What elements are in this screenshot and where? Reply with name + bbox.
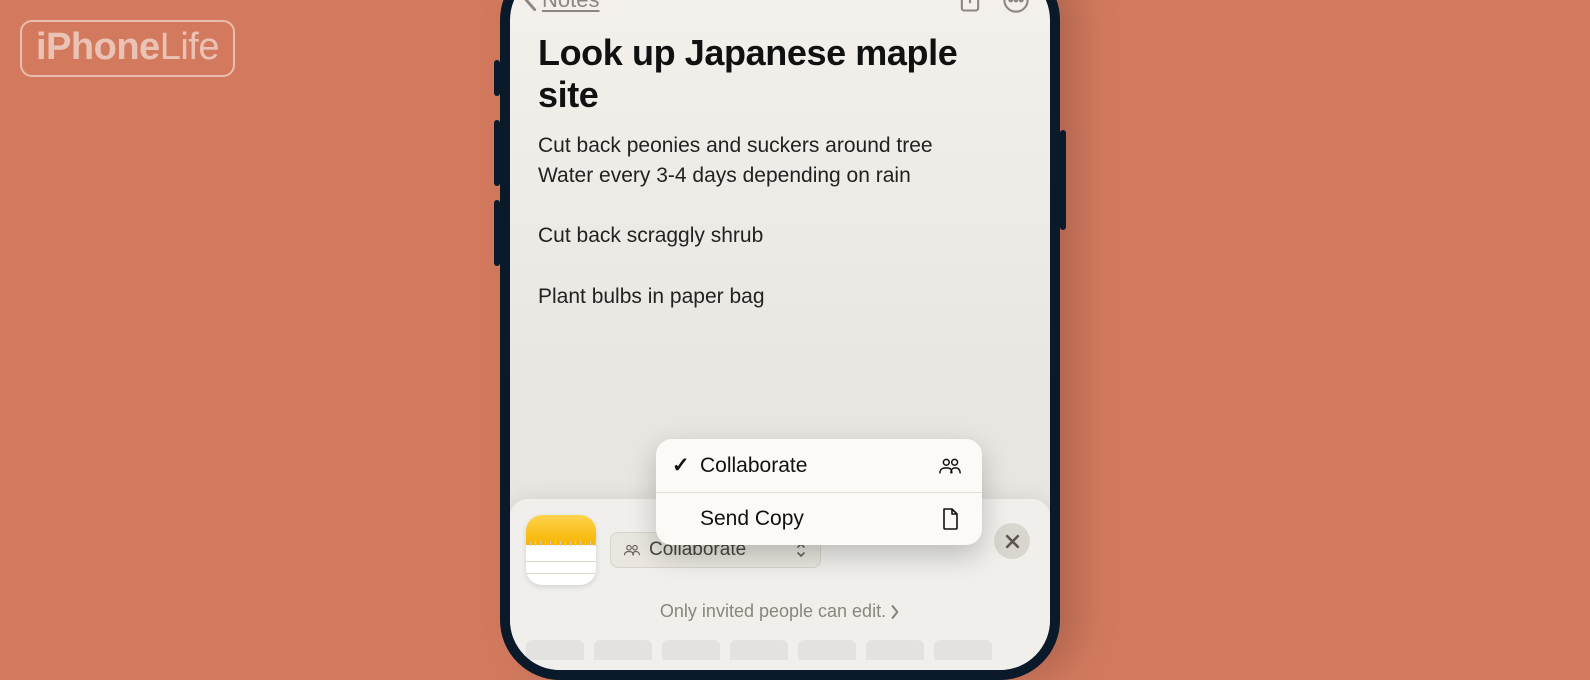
close-button[interactable] bbox=[994, 523, 1030, 559]
people-icon bbox=[938, 454, 962, 478]
side-button bbox=[494, 200, 500, 266]
navbar: Notes bbox=[510, 0, 1050, 26]
side-button bbox=[1060, 130, 1066, 230]
note-line: Water every 3-4 days depending on rain bbox=[538, 161, 1022, 191]
share-targets-row bbox=[526, 640, 1034, 660]
chevron-left-icon bbox=[522, 0, 540, 12]
watermark-logo: iPhoneLife bbox=[20, 20, 235, 77]
note-body: Cut back peonies and suckers around tree… bbox=[538, 131, 1022, 312]
share-target[interactable] bbox=[866, 640, 924, 660]
note-content[interactable]: Look up Japanese maple site Cut back peo… bbox=[510, 26, 1050, 312]
back-label: Notes bbox=[542, 0, 599, 13]
note-line: Plant bulbs in paper bag bbox=[538, 282, 1022, 312]
popup-item-collaborate[interactable]: ✓ Collaborate bbox=[656, 439, 982, 493]
chevron-right-icon bbox=[890, 605, 900, 619]
note-line: Cut back scraggly shrub bbox=[538, 221, 1022, 251]
document-icon bbox=[938, 507, 962, 531]
blank-line bbox=[538, 252, 1022, 282]
share-target[interactable] bbox=[526, 640, 584, 660]
close-icon bbox=[1005, 534, 1020, 549]
share-target[interactable] bbox=[798, 640, 856, 660]
popup-item-label: Collaborate bbox=[700, 454, 807, 478]
popup-item-send-copy[interactable]: Send Copy bbox=[656, 493, 982, 545]
checkmark-icon: ✓ bbox=[672, 453, 690, 478]
permission-text: Only invited people can edit. bbox=[660, 601, 886, 622]
side-button bbox=[494, 120, 500, 186]
share-icon[interactable] bbox=[956, 0, 984, 14]
screen: Notes Look up Japanese maple site Cut ba… bbox=[510, 0, 1050, 670]
nav-actions bbox=[956, 0, 1030, 14]
back-button[interactable]: Notes bbox=[522, 0, 599, 13]
side-button bbox=[494, 60, 500, 96]
notes-app-icon bbox=[526, 515, 596, 585]
more-icon[interactable] bbox=[1002, 0, 1030, 14]
share-target[interactable] bbox=[730, 640, 788, 660]
note-title: Look up Japanese maple site bbox=[538, 32, 1022, 117]
share-target[interactable] bbox=[934, 640, 992, 660]
share-sheet: Collaborate ✓ Collaborate bbox=[510, 499, 1050, 670]
note-line: Cut back peonies and suckers around tree bbox=[538, 131, 1022, 161]
people-icon bbox=[623, 543, 641, 557]
permission-row[interactable]: Only invited people can edit. bbox=[526, 601, 1034, 622]
share-target[interactable] bbox=[662, 640, 720, 660]
share-target[interactable] bbox=[594, 640, 652, 660]
blank-line bbox=[538, 191, 1022, 221]
share-mode-popup: ✓ Collaborate Send Copy bbox=[656, 439, 982, 545]
phone-frame: Notes Look up Japanese maple site Cut ba… bbox=[500, 0, 1060, 680]
popup-item-label: Send Copy bbox=[700, 507, 804, 531]
